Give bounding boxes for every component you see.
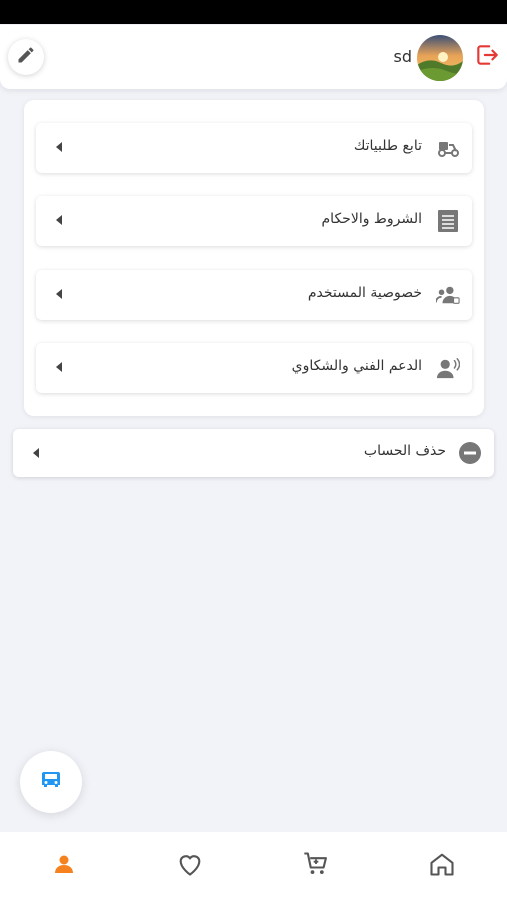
minus-circle-icon [458, 441, 482, 465]
person-icon [52, 852, 76, 880]
user-privacy-icon [436, 283, 460, 307]
username: sd [393, 47, 413, 66]
delete-account-label: حذف الحساب [363, 443, 446, 459]
menu-item-track-orders[interactable]: تابع طلبياتك [36, 123, 472, 173]
profile-header: sd [0, 25, 507, 89]
chevron-left-icon [56, 289, 62, 299]
chevron-left-icon [56, 215, 62, 225]
heart-icon [175, 850, 205, 882]
scooter-icon [436, 136, 460, 160]
home-icon [428, 850, 456, 882]
chevron-left-icon [56, 142, 62, 152]
settings-menu-card: تابع طلبياتك الشروط والاحكام خصوصية المس… [24, 100, 484, 416]
menu-item-terms[interactable]: الشروط والاحكام [36, 196, 472, 246]
vehicle-fab-button[interactable] [20, 751, 82, 813]
avatar[interactable] [417, 35, 463, 81]
logout-button[interactable] [473, 43, 501, 71]
support-voice-icon [436, 356, 460, 380]
document-list-icon [436, 209, 460, 233]
nav-cart[interactable] [300, 850, 332, 882]
menu-item-support[interactable]: الدعم الفني والشكاوي [36, 343, 472, 393]
menu-item-user-privacy[interactable]: خصوصية المستخدم [36, 270, 472, 320]
bottom-navigation [0, 832, 507, 900]
nav-favorites[interactable] [174, 850, 206, 882]
chevron-left-icon [33, 448, 39, 458]
logout-icon [474, 42, 500, 72]
chevron-left-icon [56, 362, 62, 372]
nav-profile[interactable] [48, 850, 80, 882]
vehicle-icon [39, 768, 63, 796]
nav-home[interactable] [426, 850, 458, 882]
menu-item-label: الدعم الفني والشكاوي [291, 358, 422, 374]
menu-item-label: الشروط والاحكام [321, 211, 422, 227]
menu-item-label: خصوصية المستخدم [307, 285, 422, 301]
menu-item-label: تابع طلبياتك [353, 138, 422, 154]
edit-profile-button[interactable] [8, 39, 44, 75]
cart-icon [302, 850, 330, 882]
pencil-icon [16, 45, 36, 69]
delete-account-button[interactable]: حذف الحساب [13, 429, 494, 477]
status-bar [0, 0, 507, 24]
